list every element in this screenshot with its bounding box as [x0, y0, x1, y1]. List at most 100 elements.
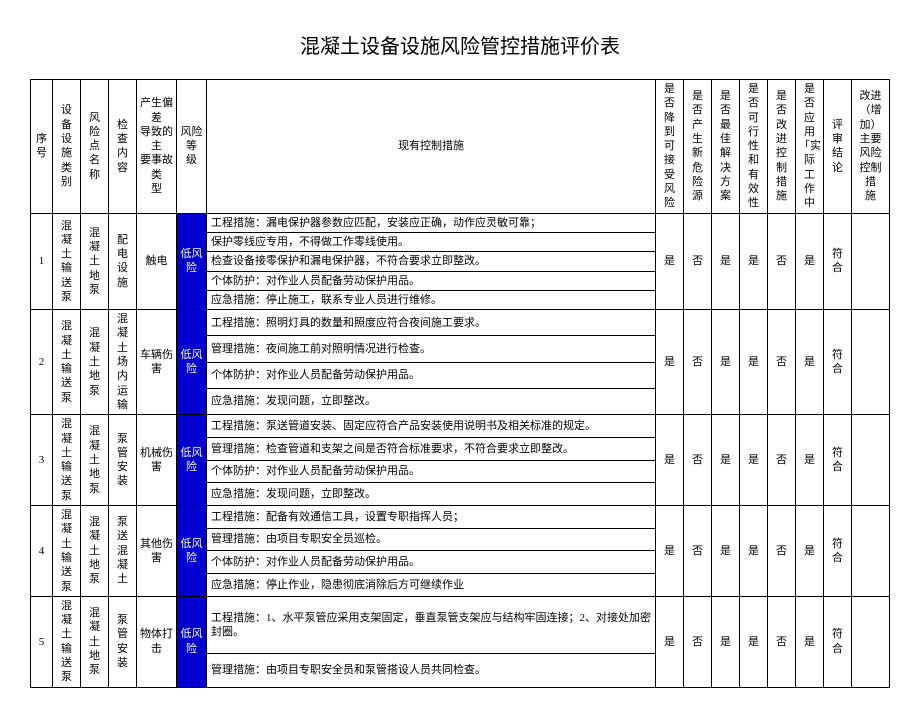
- cell-q2: 否: [684, 213, 712, 309]
- cell-q4: 是: [740, 415, 768, 506]
- cell-q3: 是: [712, 310, 740, 415]
- cell-check: 泵管安装: [109, 596, 137, 687]
- cell-measure: 应急措施：发现问题，立即整改。: [207, 388, 656, 414]
- h-measures: 现有控制措施: [207, 80, 656, 214]
- cell-check: 混凝土场内运输: [109, 310, 137, 415]
- cell-improve: [852, 596, 890, 687]
- h-q1: 是否降到可接受风险: [656, 80, 684, 214]
- header-row: 序号 设 备设 施类别 风险点名称 检查内容 产生偏差导致的主要事故类型 风险等…: [31, 80, 890, 214]
- cell-measure: 个体防护：对作业人员配备劳动保护用品。: [207, 362, 656, 388]
- cell-seq: 5: [31, 596, 53, 687]
- cell-risk-level: 低风险: [177, 506, 207, 597]
- h-q5: 是否改进控制措施: [768, 80, 796, 214]
- cell-q1: 是: [656, 415, 684, 506]
- h-q3: 是否最佳解决方案: [712, 80, 740, 214]
- h-verdict: 评审结论: [824, 80, 852, 214]
- h-q6: 是否应用「实际工作中: [796, 80, 824, 214]
- cell-cause: 其他伤害: [137, 506, 177, 597]
- cell-verdict: 符合: [824, 310, 852, 415]
- h-q4: 是否可行性和有效性: [740, 80, 768, 214]
- cell-check: 配电设施: [109, 213, 137, 309]
- risk-table: 序号 设 备设 施类别 风险点名称 检查内容 产生偏差导致的主要事故类型 风险等…: [30, 79, 890, 688]
- cell-category: 混凝土输送泵: [53, 596, 81, 687]
- cell-q5: 否: [768, 415, 796, 506]
- cell-measure: 个体防护：对作业人员配备劳动保护用品。: [207, 271, 656, 290]
- cell-measure: 个体防护：对作业人员配备劳动保护用品。: [207, 551, 656, 574]
- cell-q2: 否: [684, 596, 712, 687]
- cell-q6: 是: [796, 415, 824, 506]
- h-cause: 产生偏差导致的主要事故类型: [137, 80, 177, 214]
- cell-verdict: 符合: [824, 415, 852, 506]
- cell-category: 混凝土输送泵: [53, 506, 81, 597]
- cell-category: 混凝土输送泵: [53, 415, 81, 506]
- cell-measure: 工程措施：1、水平泵管应采用支架固定，垂直泵管支架应与结构牢固连接；2、对接处加…: [207, 596, 656, 654]
- cell-measure: 工程措施：照明灯具的数量和照度应符合夜间施工要求。: [207, 310, 656, 336]
- cell-q4: 是: [740, 310, 768, 415]
- cell-measure: 应急措施：停止施工，联系专业人员进行维修。: [207, 290, 656, 309]
- cell-q2: 否: [684, 310, 712, 415]
- cell-cause: 车辆伤害: [137, 310, 177, 415]
- cell-q3: 是: [712, 506, 740, 597]
- cell-q4: 是: [740, 506, 768, 597]
- cell-seq: 1: [31, 213, 53, 309]
- h-q2: 是否产生新危险源: [684, 80, 712, 214]
- cell-risk-point: 混凝土地泵: [81, 310, 109, 415]
- cell-check: 泵送混凝土: [109, 506, 137, 597]
- cell-measure: 检查设备接零保护和漏电保护器，不符合要求立即整改。: [207, 252, 656, 271]
- cell-measure: 工程措施：泵送管道安装、固定应符合产品安装使用说明书及相关标准的规定。: [207, 415, 656, 438]
- cell-q1: 是: [656, 596, 684, 687]
- cell-improve: [852, 310, 890, 415]
- cell-q6: 是: [796, 310, 824, 415]
- cell-q4: 是: [740, 213, 768, 309]
- cell-verdict: 符合: [824, 596, 852, 687]
- cell-seq: 2: [31, 310, 53, 415]
- cell-q1: 是: [656, 506, 684, 597]
- cell-measure: 应急措施：发现问题，立即整改。: [207, 483, 656, 506]
- h-risk-point: 风险点名称: [81, 80, 109, 214]
- cell-risk-level: 低风险: [177, 310, 207, 415]
- cell-risk-level: 低风险: [177, 213, 207, 309]
- cell-q5: 否: [768, 213, 796, 309]
- cell-q3: 是: [712, 415, 740, 506]
- cell-q2: 否: [684, 415, 712, 506]
- cell-q3: 是: [712, 213, 740, 309]
- cell-measure: 应急措施：停止作业，隐患彻底消除后方可继续作业: [207, 574, 656, 597]
- table-row: 3混凝土输送泵混凝土地泵泵管安装机械伤害低风险工程措施：泵送管道安装、固定应符合…: [31, 415, 890, 438]
- cell-measure: 管理措施：由项目专职安全员巡检。: [207, 528, 656, 551]
- cell-measure: 管理措施：夜间施工前对照明情况进行检查。: [207, 336, 656, 362]
- cell-cause: 触电: [137, 213, 177, 309]
- cell-q5: 否: [768, 506, 796, 597]
- cell-q6: 是: [796, 213, 824, 309]
- cell-seq: 4: [31, 506, 53, 597]
- h-category: 设 备设 施类别: [53, 80, 81, 214]
- cell-measure: 工程措施：漏电保护器参数应匹配，安装应正确，动作应灵敏可靠；: [207, 213, 656, 232]
- cell-category: 混凝土输送泵: [53, 213, 81, 309]
- cell-cause: 机械伤害: [137, 415, 177, 506]
- cell-improve: [852, 213, 890, 309]
- h-check: 检查内容: [109, 80, 137, 214]
- cell-q1: 是: [656, 310, 684, 415]
- h-improve: 改进（增加）主要风险控制措施: [852, 80, 890, 214]
- cell-improve: [852, 506, 890, 597]
- h-risk-level: 风险等级: [177, 80, 207, 214]
- cell-risk-point: 混凝土地泵: [81, 506, 109, 597]
- cell-seq: 3: [31, 415, 53, 506]
- table-row: 2混凝土输送泵混凝土地泵混凝土场内运输车辆伤害低风险工程措施：照明灯具的数量和照…: [31, 310, 890, 336]
- cell-measure: 管理措施：由项目专职安全员和泵管搭设人员共同检查。: [207, 654, 656, 687]
- cell-q5: 否: [768, 596, 796, 687]
- cell-cause: 物体打击: [137, 596, 177, 687]
- table-row: 4混凝土输送泵混凝土地泵泵送混凝土其他伤害低风险工程措施：配备有效通信工具，设置…: [31, 506, 890, 529]
- table-row: 1混凝土输送泵混凝土地泵配电设施触电低风险工程措施：漏电保护器参数应匹配，安装应…: [31, 213, 890, 232]
- cell-category: 混凝土输送泵: [53, 310, 81, 415]
- cell-measure: 工程措施：配备有效通信工具，设置专职指挥人员；: [207, 506, 656, 529]
- cell-risk-level: 低风险: [177, 415, 207, 506]
- cell-q3: 是: [712, 596, 740, 687]
- cell-q6: 是: [796, 506, 824, 597]
- cell-risk-point: 混凝土地泵: [81, 415, 109, 506]
- cell-verdict: 符合: [824, 213, 852, 309]
- cell-improve: [852, 415, 890, 506]
- cell-risk-point: 混凝土地泵: [81, 213, 109, 309]
- cell-q6: 是: [796, 596, 824, 687]
- cell-measure: 个体防护：对作业人员配备劳动保护用品。: [207, 460, 656, 483]
- cell-q5: 否: [768, 310, 796, 415]
